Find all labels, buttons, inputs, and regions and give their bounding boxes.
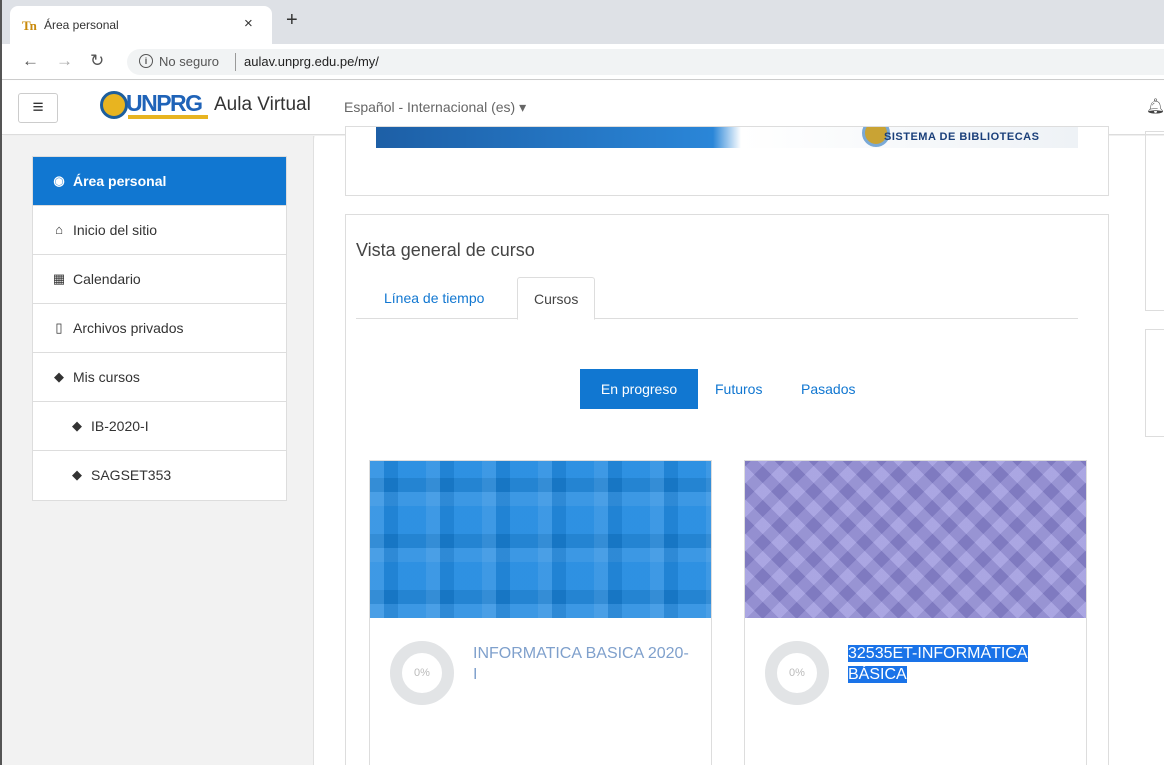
- nav-item-calendario[interactable]: ▦ Calendario: [33, 255, 286, 304]
- calendar-icon: ▦: [52, 271, 66, 286]
- course-name-link[interactable]: 32535ET-INFORMÁTICA BÁSICA: [848, 643, 1068, 685]
- bell-icon[interactable]: 🔔︎: [1146, 97, 1164, 115]
- unprg-logo[interactable]: UNPRG: [126, 90, 203, 117]
- forward-icon[interactable]: →: [56, 51, 73, 71]
- banner-block: SISTEMA DE BIBLIOTECAS: [345, 126, 1109, 196]
- tab-strip: Tn Área personal × +: [2, 0, 1164, 44]
- nav-item-label: Área personal: [73, 173, 167, 189]
- url-field[interactable]: i No seguro aulav.unprg.edu.pe/my/: [127, 49, 1164, 75]
- side-block: [1145, 131, 1164, 311]
- graduation-cap-icon: ◆: [54, 369, 64, 384]
- nav-item-label: IB-2020-I: [91, 418, 149, 434]
- block-title: Vista general de curso: [356, 240, 535, 260]
- language-menu[interactable]: Español - Internacional (es) ▾: [344, 99, 526, 116]
- nav-item-label: Archivos privados: [73, 320, 184, 336]
- overview-tabs: Línea de tiempo Cursos: [356, 277, 1078, 320]
- home-icon: ⌂: [55, 222, 63, 237]
- new-tab-icon[interactable]: +: [286, 9, 298, 32]
- site-name[interactable]: Aula Virtual: [214, 94, 311, 116]
- side-block: [1145, 329, 1164, 437]
- nav-item-label: Mis cursos: [73, 369, 140, 385]
- dashboard-icon: ◉: [53, 173, 65, 188]
- library-banner[interactable]: SISTEMA DE BIBLIOTECAS: [376, 127, 1078, 148]
- filter-future[interactable]: Futuros: [715, 369, 762, 409]
- tab-timeline[interactable]: Línea de tiempo: [368, 277, 500, 319]
- nav-item-mis-cursos[interactable]: ◆ Mis cursos: [33, 353, 286, 402]
- nav-item-label: Inicio del sitio: [73, 222, 158, 238]
- file-icon: ▯: [55, 320, 63, 335]
- close-tab-icon[interactable]: ×: [244, 15, 253, 32]
- tab-courses[interactable]: Cursos: [517, 277, 596, 320]
- university-seal-logo[interactable]: [100, 91, 128, 119]
- main-region: SISTEMA DE BIBLIOTECAS Vista general de …: [315, 126, 1130, 765]
- course-name-link[interactable]: INFORMATICA BASICA 2020-I: [473, 643, 693, 685]
- graduation-cap-icon: ◆: [72, 418, 82, 433]
- nav-item-archivos[interactable]: ▯ Archivos privados: [33, 304, 286, 353]
- progress-label: 0%: [414, 667, 430, 679]
- tab-title: Área personal: [44, 18, 119, 32]
- course-image[interactable]: [745, 461, 1086, 618]
- course-overview-block: Vista general de curso Línea de tiempo C…: [345, 214, 1109, 765]
- favicon-icon: Tn: [22, 18, 37, 33]
- progress-label: 0%: [789, 667, 805, 679]
- nav-item-label: Calendario: [73, 271, 141, 287]
- browser-window: Tn Área personal × + ← → ↻ i No seguro a…: [0, 0, 1164, 765]
- browser-tab[interactable]: Tn Área personal ×: [10, 6, 272, 44]
- security-label[interactable]: No seguro: [159, 54, 219, 69]
- info-icon[interactable]: i: [139, 54, 153, 68]
- filter-in-progress[interactable]: En progreso: [580, 369, 698, 409]
- filter-past[interactable]: Pasados: [801, 369, 855, 409]
- nav-item-inicio[interactable]: ⌂ Inicio del sitio: [33, 206, 286, 255]
- nav-item-course-ib[interactable]: ◆ IB-2020-I: [33, 402, 286, 451]
- url-text[interactable]: aulav.unprg.edu.pe/my/: [244, 54, 379, 69]
- drawer-nav-list: ◉ Área personal ⌂ Inicio del sitio ▦ Cal…: [32, 156, 287, 501]
- progress-ring: 0%: [390, 641, 454, 705]
- right-block-column: [1130, 131, 1164, 765]
- nav-item-area-personal[interactable]: ◉ Área personal: [33, 157, 286, 206]
- graduation-cap-icon: ◆: [72, 467, 82, 482]
- course-image[interactable]: [370, 461, 711, 618]
- reload-icon[interactable]: ↻: [90, 51, 104, 71]
- hamburger-icon[interactable]: ≡: [18, 93, 58, 123]
- course-card[interactable]: 0% 32535ET-INFORMÁTICA BÁSICA: [744, 460, 1087, 765]
- course-name[interactable]: INFORMATICA BASICA 2020-I: [473, 645, 689, 683]
- course-card[interactable]: 0% INFORMATICA BASICA 2020-I: [369, 460, 712, 765]
- banner-text: SISTEMA DE BIBLIOTECAS: [884, 131, 1040, 143]
- course-name-selected[interactable]: 32535ET-INFORMÁTICA BÁSICA: [848, 645, 1028, 683]
- divider: [235, 53, 236, 71]
- back-icon[interactable]: ←: [22, 51, 39, 71]
- address-bar: ← → ↻ i No seguro aulav.unprg.edu.pe/my/: [2, 44, 1164, 80]
- progress-ring: 0%: [765, 641, 829, 705]
- logo-underline: [128, 115, 208, 119]
- nav-item-course-sagset[interactable]: ◆ SAGSET353: [33, 451, 286, 500]
- nav-drawer: ◉ Área personal ⌂ Inicio del sitio ▦ Cal…: [2, 136, 314, 765]
- nav-item-label: SAGSET353: [91, 467, 172, 483]
